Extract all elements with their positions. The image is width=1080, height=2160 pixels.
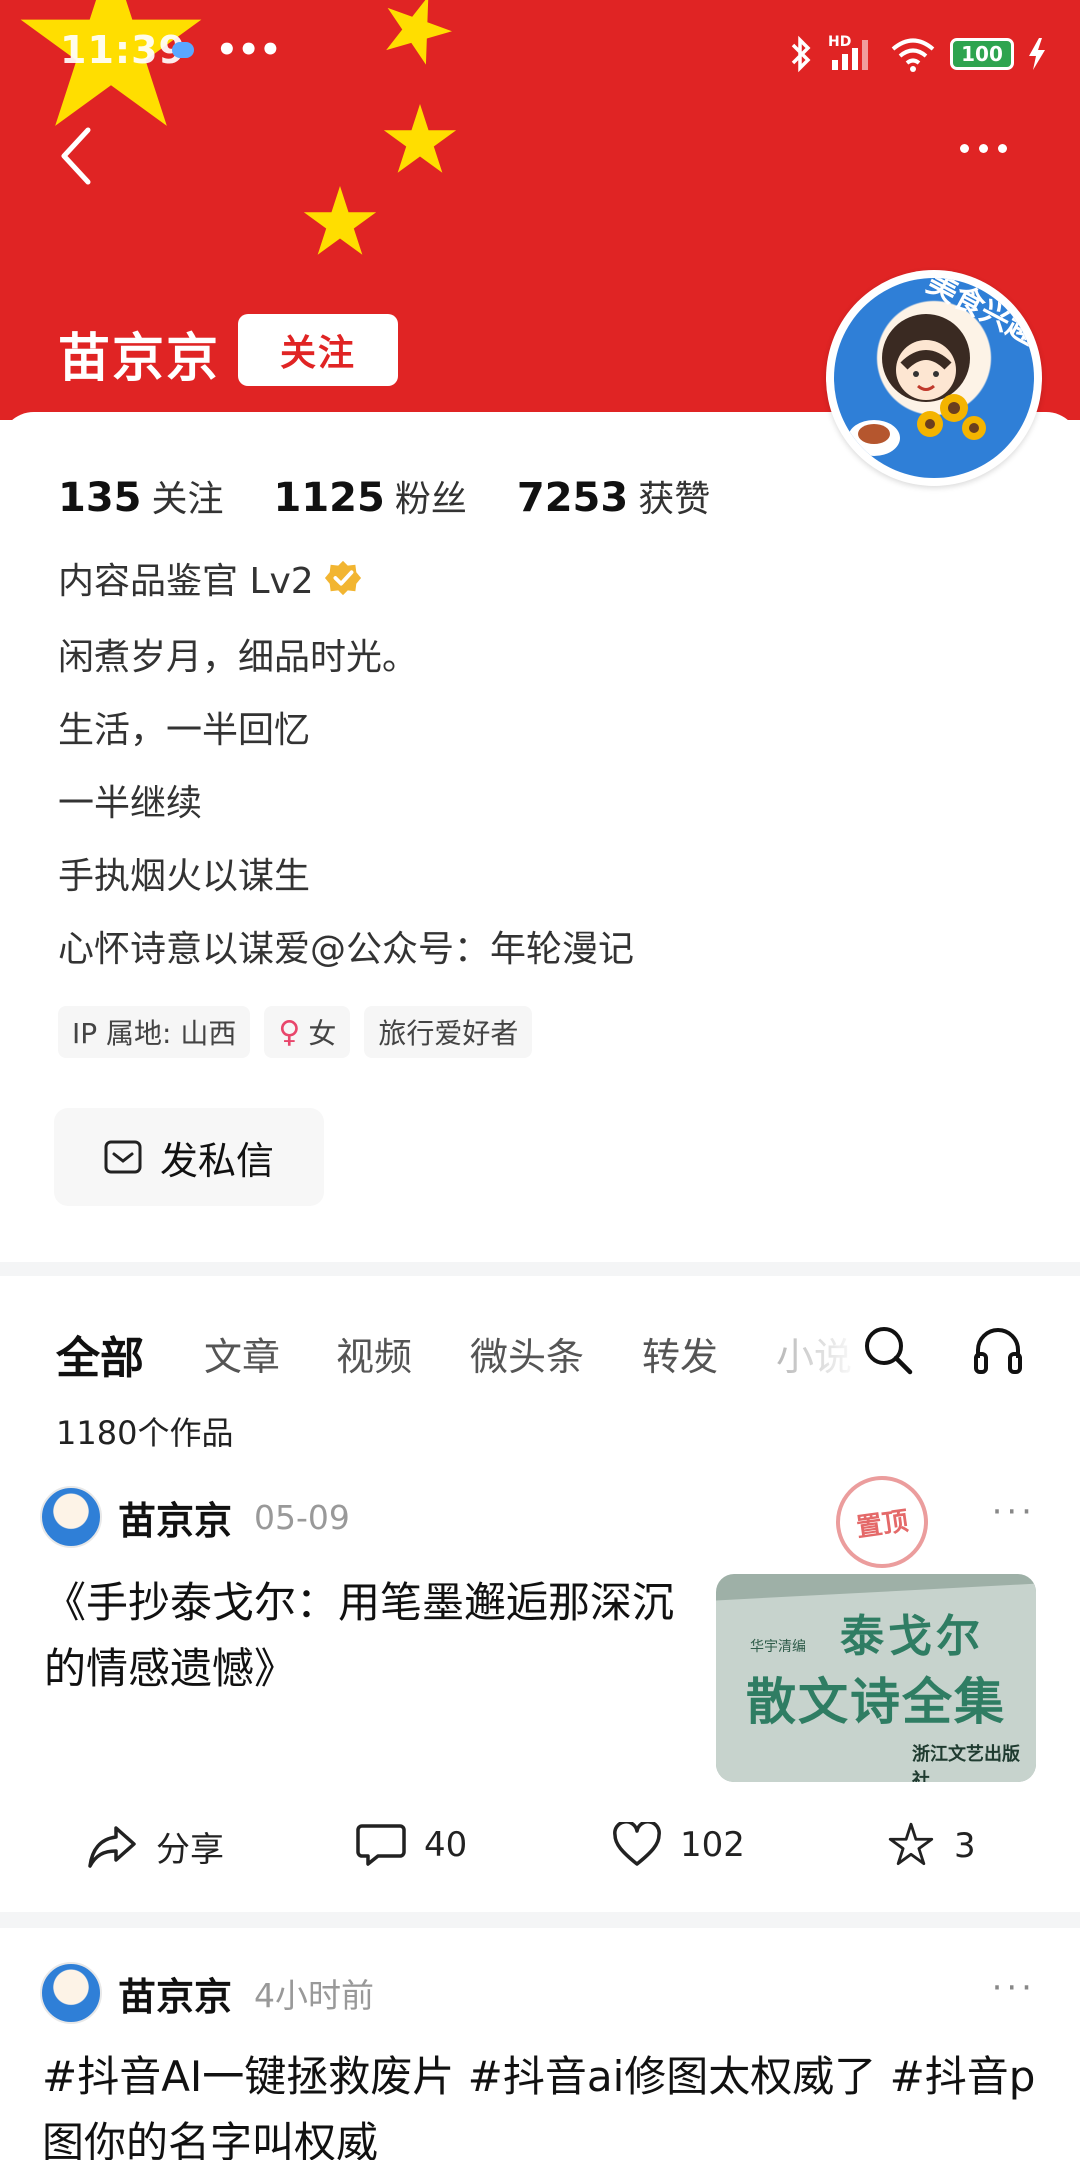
share-label: 分享 [156,1830,224,1870]
network-type: HD [828,34,852,50]
comment-icon [356,1824,406,1866]
stats-row: 135 关注 1125 粉丝 7253 获赞 [58,470,710,522]
tab-videos[interactable]: 视频 [336,1326,412,1381]
send-message-label: 发私信 [160,1138,275,1183]
female-icon: ♀ [278,1014,301,1050]
post-more-icon[interactable]: ··· [992,1492,1036,1532]
bio-line: 闲煮岁月，细品时光。 [58,637,419,678]
badge-line[interactable]: 内容品鉴官 Lv2 [58,552,362,604]
post-actions: 分享 40 102 3 [0,1812,1080,1892]
battery-icon: 100 [950,38,1014,70]
star-icon [888,1822,934,1866]
post-time: 4小时前 [254,1976,375,2015]
badge-label: 内容品鉴官 Lv2 [58,561,314,602]
cloud-icon [172,42,194,58]
profile-tags: IP 属地: 山西 ♀ 女 旅行爱好者 [58,1006,533,1058]
bio-line: 生活，一半回忆 [58,710,311,751]
post-thumbnail[interactable]: 华宇清编 泰戈尔 散文诗全集 浙江文艺出版社 [716,1574,1036,1782]
post-text[interactable]: #抖音AI一键拯救废片 #抖音ai修图太权威了 #抖音p图你的名字叫权威 [42,2044,1052,2160]
post-avatar[interactable] [40,1962,102,2024]
follow-button[interactable]: 关注 [238,314,398,386]
ip-location-tag: IP 属地: 山西 [58,1006,251,1058]
send-message-button[interactable]: 发私信 [54,1108,324,1206]
stat-label: 获赞 [638,479,711,520]
tab-fade [780,1306,860,1396]
stat-followers[interactable]: 1125 粉丝 [274,470,467,522]
back-arrow-icon[interactable] [56,126,96,186]
stat-number: 7253 [516,475,629,521]
like-button[interactable]: 102 [612,1822,745,1868]
search-icon[interactable] [860,1322,916,1378]
favorite-button[interactable]: 3 [886,1822,976,1870]
bio: 闲煮岁月，细品时光。 生活，一半回忆 一半继续 手执烟火以谋生 心怀诗意以谋爱@… [58,628,634,993]
verify-icon [324,560,361,596]
stat-number: 1125 [273,475,385,521]
favorite-count: 3 [954,1826,976,1866]
more-icon[interactable] [960,138,1020,168]
post-more-icon[interactable]: ··· [992,1968,1036,2008]
tab-all[interactable]: 全部 [56,1322,144,1386]
post-time: 05-09 [254,1497,350,1537]
tab-reposts[interactable]: 转发 [642,1326,718,1381]
status-more-dots: ••• [216,30,282,70]
small-star [383,104,457,173]
hobby-tag: 旅行爱好者 [364,1006,533,1058]
gender-label: 女 [308,1017,337,1050]
book-title-line1: 泰戈尔 [840,1611,984,1662]
comment-count: 40 [424,1825,468,1865]
post-avatar[interactable] [40,1486,102,1548]
stat-likes[interactable]: 7253 获赞 [517,470,710,522]
book-publisher: 浙江文艺出版社 [912,1744,1020,1782]
share-button[interactable]: 分享 [86,1822,224,1871]
post-title[interactable]: 《手抄泰戈尔：用笔墨邂逅那深沉的情感遗憾》 [44,1570,684,1702]
section-divider [0,1262,1080,1276]
stat-label: 关注 [151,479,224,520]
post-header[interactable]: 苗京京 05-09 [40,1486,350,1548]
heart-icon [613,1822,661,1866]
avatar[interactable]: 美食兴趣 [826,270,1042,486]
book-editor: 华宇清编 [750,1639,806,1655]
mail-icon [104,1140,142,1174]
works-count: 1180个作品 [56,1414,234,1452]
status-time: 11:39 [60,28,186,72]
charging-icon [1029,38,1045,70]
user-name: 苗京京 [58,329,221,389]
bluetooth-icon [791,35,811,73]
headphones-icon[interactable] [970,1322,1026,1378]
content-tabs: 全部 文章 视频 微头条 转发 小说 [0,1296,1080,1406]
stat-following[interactable]: 135 关注 [58,470,224,522]
post-author: 苗京京 [118,1498,233,1543]
book-title-line2: 散文诗全集 [746,1672,1006,1731]
bio-line[interactable]: 心怀诗意以谋爱@公众号：年轮漫记 [58,920,634,993]
post-header[interactable]: 苗京京 4小时前 [40,1962,374,2024]
stat-number: 135 [58,475,142,521]
tab-articles[interactable]: 文章 [204,1326,280,1381]
small-star [303,186,377,255]
status-icons: HD 100 [788,34,1046,74]
tab-micro-posts[interactable]: 微头条 [470,1326,584,1381]
comment-button[interactable]: 40 [356,1822,467,1868]
wifi-icon [891,38,935,72]
share-icon [88,1825,136,1868]
bio-line: 一半继续 [58,783,203,824]
post-author: 苗京京 [118,1974,233,2019]
signal-icon: HD [828,34,876,74]
like-count: 102 [680,1825,745,1865]
bio-line: 手执烟火以谋生 [58,856,311,897]
status-bar: 11:39 ••• HD 100 [0,0,1080,110]
gender-tag: ♀ 女 [264,1006,351,1058]
post-divider [0,1912,1080,1928]
pinned-stamp: 置顶 [830,1470,934,1574]
stat-label: 粉丝 [394,479,467,520]
